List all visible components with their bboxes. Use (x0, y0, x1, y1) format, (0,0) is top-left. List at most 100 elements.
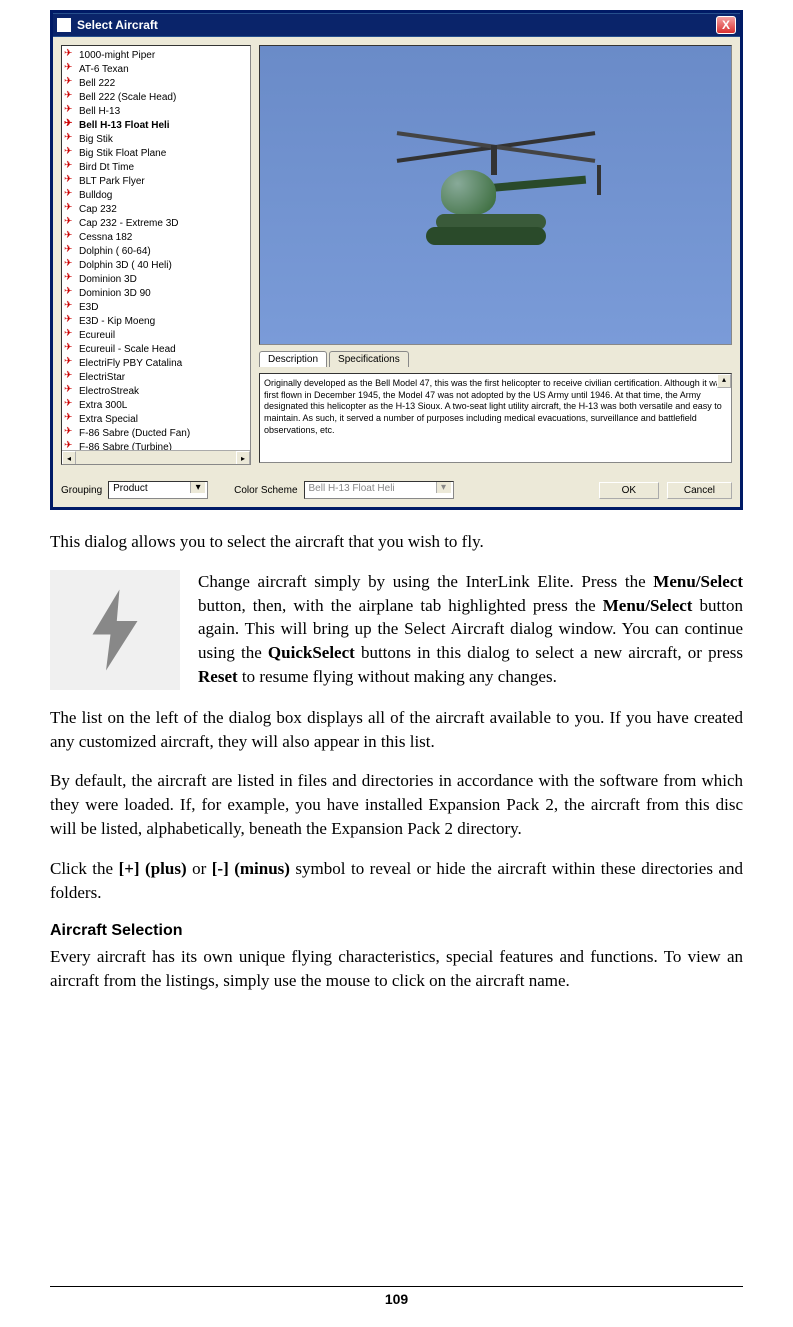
aircraft-preview (259, 45, 732, 345)
aircraft-name: Dolphin ( 60-64) (79, 246, 151, 257)
aircraft-list[interactable]: 1000-might Piper AT-6 Texan Bell 222 Bell 2… (61, 45, 251, 465)
aircraft-icon (64, 260, 76, 270)
list-item[interactable]: Dominion 3D (64, 272, 248, 286)
aircraft-icon (64, 162, 76, 172)
close-button[interactable]: X (716, 16, 736, 34)
aircraft-name: BLT Park Flyer (79, 176, 145, 187)
aircraft-name: Extra Special (79, 414, 138, 425)
description-text: Originally developed as the Bell Model 4… (259, 373, 732, 463)
aircraft-name: Dominion 3D 90 (79, 288, 151, 299)
aircraft-name: Bell H-13 (79, 106, 120, 117)
aircraft-icon (64, 176, 76, 186)
list-item[interactable]: Bell H-13 (64, 104, 248, 118)
list-item[interactable]: Bell 222 (Scale Head) (64, 90, 248, 104)
aircraft-name: ElectriFly PBY Catalina (79, 358, 182, 369)
aircraft-name: Big Stik Float Plane (79, 148, 166, 159)
list-item[interactable]: ElectriStar (64, 370, 248, 384)
horizontal-scrollbar[interactable]: ◂ ▸ (62, 450, 250, 464)
aircraft-name: E3D (79, 302, 98, 313)
list-item[interactable]: Bell 222 (64, 76, 248, 90)
aircraft-name: ElectriStar (79, 372, 125, 383)
paragraph-intro: This dialog allows you to select the air… (50, 530, 743, 554)
close-icon: X (722, 18, 730, 32)
titlebar[interactable]: Select Aircraft X (53, 13, 740, 37)
aircraft-icon (64, 204, 76, 214)
paragraph-aircraft-selection: Every aircraft has its own unique flying… (50, 945, 743, 993)
aircraft-icon (64, 372, 76, 382)
lightning-tip-icon (50, 570, 180, 690)
scroll-right-arrow[interactable]: ▸ (236, 451, 250, 465)
aircraft-icon (64, 414, 76, 424)
aircraft-icon (64, 316, 76, 326)
list-item[interactable]: 1000-might Piper (64, 48, 248, 62)
aircraft-name: ElectroStreak (79, 386, 139, 397)
aircraft-name: 1000-might Piper (79, 50, 155, 61)
list-item[interactable]: Bell H-13 Float Heli (64, 118, 248, 132)
grouping-dropdown[interactable]: Product (108, 481, 208, 499)
list-item[interactable]: Dominion 3D 90 (64, 286, 248, 300)
aircraft-icon (64, 64, 76, 74)
aircraft-icon (64, 330, 76, 340)
cancel-button[interactable]: Cancel (667, 482, 732, 499)
list-item[interactable]: Bulldog (64, 188, 248, 202)
aircraft-name: Bird Dt Time (79, 162, 134, 173)
page-number: 109 (50, 1291, 743, 1307)
paragraph-list: The list on the left of the dialog box d… (50, 706, 743, 754)
scroll-left-arrow[interactable]: ◂ (62, 451, 76, 465)
aircraft-name: Cap 232 (79, 204, 117, 215)
aircraft-icon (64, 190, 76, 200)
aircraft-icon (64, 218, 76, 228)
aircraft-name: Extra 300L (79, 400, 127, 411)
aircraft-icon (64, 274, 76, 284)
tip-paragraph: Change aircraft simply by using the Inte… (198, 570, 743, 690)
list-item[interactable]: Extra Special (64, 412, 248, 426)
aircraft-name: Ecureuil - Scale Head (79, 344, 176, 355)
page-footer: 109 (50, 1286, 743, 1307)
aircraft-name: Dominion 3D (79, 274, 137, 285)
aircraft-icon (64, 428, 76, 438)
list-item[interactable]: E3D (64, 300, 248, 314)
list-item[interactable]: ElectroStreak (64, 384, 248, 398)
list-item[interactable]: Extra 300L (64, 398, 248, 412)
aircraft-name: F-86 Sabre (Ducted Fan) (79, 428, 190, 439)
paragraph-plusminus: Click the [+] (plus) or [-] (minus) symb… (50, 857, 743, 905)
aircraft-icon (64, 106, 76, 116)
scroll-up-arrow[interactable]: ▴ (717, 374, 731, 388)
list-item[interactable]: E3D - Kip Moeng (64, 314, 248, 328)
tab-specifications[interactable]: Specifications (329, 351, 409, 367)
paragraph-default: By default, the aircraft are listed in f… (50, 769, 743, 840)
ok-button[interactable]: OK (599, 482, 659, 499)
aircraft-name: Big Stik (79, 134, 113, 145)
list-item[interactable]: ElectriFly PBY Catalina (64, 356, 248, 370)
list-item[interactable]: BLT Park Flyer (64, 174, 248, 188)
list-item[interactable]: Bird Dt Time (64, 160, 248, 174)
list-item[interactable]: Ecureuil (64, 328, 248, 342)
aircraft-icon (64, 232, 76, 242)
aircraft-name: Bell H-13 Float Heli (79, 120, 170, 131)
aircraft-name: Dolphin 3D ( 40 Heli) (79, 260, 172, 271)
list-item[interactable]: F-86 Sabre (Ducted Fan) (64, 426, 248, 440)
aircraft-icon (64, 358, 76, 368)
list-item[interactable]: Dolphin 3D ( 40 Heli) (64, 258, 248, 272)
tab-description[interactable]: Description (259, 351, 327, 367)
aircraft-name: AT-6 Texan (79, 64, 129, 75)
aircraft-name: Bell 222 (Scale Head) (79, 92, 176, 103)
aircraft-name: Bell 222 (79, 78, 115, 89)
list-item[interactable]: Dolphin ( 60-64) (64, 244, 248, 258)
aircraft-icon (64, 344, 76, 354)
aircraft-name: E3D - Kip Moeng (79, 316, 155, 327)
window-title: Select Aircraft (77, 18, 158, 32)
list-item[interactable]: Cessna 182 (64, 230, 248, 244)
aircraft-icon (64, 148, 76, 158)
list-item[interactable]: Cap 232 (64, 202, 248, 216)
list-item[interactable]: AT-6 Texan (64, 62, 248, 76)
aircraft-icon (64, 120, 76, 130)
list-item[interactable]: Cap 232 - Extreme 3D (64, 216, 248, 230)
aircraft-icon (64, 78, 76, 88)
list-item[interactable]: Big Stik Float Plane (64, 146, 248, 160)
aircraft-icon (64, 134, 76, 144)
color-scheme-dropdown[interactable]: Bell H-13 Float Heli (304, 481, 454, 499)
list-item[interactable]: Ecureuil - Scale Head (64, 342, 248, 356)
aircraft-icon (64, 50, 76, 60)
list-item[interactable]: Big Stik (64, 132, 248, 146)
